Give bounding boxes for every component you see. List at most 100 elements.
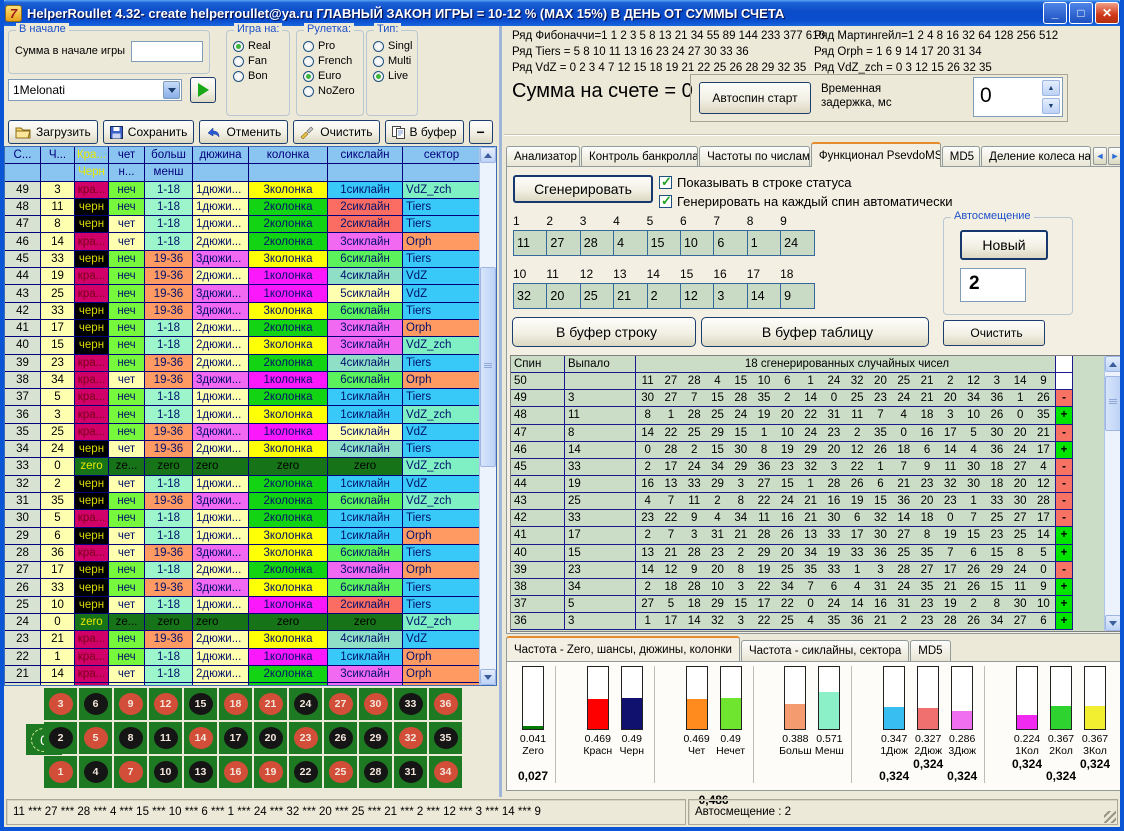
history-cell[interactable]: 48	[5, 199, 41, 216]
history-cell[interactable]: кра...	[75, 233, 109, 250]
history-cell[interactable]: 10	[41, 597, 75, 614]
history-cell[interactable]: черн	[75, 476, 109, 493]
history-header-cell[interactable]: чет	[109, 147, 145, 164]
history-cell[interactable]: 2дюжи...	[193, 268, 249, 285]
roulette-cell-12[interactable]: 12	[149, 688, 182, 720]
spin-cell-spin[interactable]: 45	[511, 459, 565, 476]
history-cell[interactable]: 3колонка	[249, 303, 328, 320]
spin-cell-spin[interactable]: 47	[511, 425, 565, 442]
history-cell[interactable]: VdZ	[403, 631, 481, 648]
history-cell[interactable]: неч	[109, 268, 145, 285]
radio-icon[interactable]	[233, 41, 244, 52]
history-cell[interactable]: неч	[109, 320, 145, 337]
scroll-up-icon[interactable]	[1105, 356, 1121, 372]
history-cell[interactable]: 2дюжи...	[193, 441, 249, 458]
toolbar-button-floppy[interactable]: Сохранить	[103, 120, 195, 144]
history-cell[interactable]: 1-18	[145, 389, 193, 406]
history-cell[interactable]: Tiers	[403, 199, 481, 216]
spin-cell-numbers[interactable]: 1412920819253533132827172629240	[636, 562, 1056, 579]
history-cell[interactable]: кра...	[75, 372, 109, 389]
roulette-cell-31[interactable]: 31	[394, 756, 427, 788]
history-cell[interactable]: 3дюжи...	[193, 285, 249, 302]
generated-value-cell[interactable]: 32	[514, 284, 547, 309]
history-cell[interactable]: черн	[75, 337, 109, 354]
history-cell[interactable]: 2дюжи...	[193, 631, 249, 648]
history-cell[interactable]: 1сиклайн	[328, 476, 403, 493]
show-in-status-checkbox-row[interactable]: Показывать в строке статуса	[659, 175, 852, 190]
history-cell[interactable]: кра...	[75, 683, 109, 686]
roulette-cell-3[interactable]: 3	[44, 688, 77, 720]
history-cell[interactable]: 6	[41, 528, 75, 545]
history-cell[interactable]: 14	[41, 666, 75, 683]
scroll-down-icon[interactable]	[1105, 615, 1121, 631]
history-header-cell[interactable]: сектор	[403, 147, 481, 164]
history-cell[interactable]: 2сиклайн	[328, 216, 403, 233]
history-cell[interactable]: Tiers	[403, 510, 481, 527]
roulette-cell-5[interactable]: 5	[79, 722, 112, 754]
history-cell[interactable]: 2дюжи...	[193, 320, 249, 337]
history-cell[interactable]: черн	[75, 441, 109, 458]
spin-cell-result[interactable]: 15	[565, 545, 636, 562]
history-cell[interactable]: Orph	[403, 233, 481, 250]
history-cell[interactable]: Orph	[403, 372, 481, 389]
history-cell[interactable]: 33	[41, 251, 75, 268]
generated-value-cell[interactable]: 11	[514, 231, 547, 256]
history-cell[interactable]: 21	[5, 666, 41, 683]
history-cell[interactable]: VdZ_zch	[403, 337, 481, 354]
radio-option-bon[interactable]: Bon	[233, 70, 289, 82]
history-cell[interactable]: 6сиклайн	[328, 251, 403, 268]
history-cell[interactable]: неч	[109, 285, 145, 302]
history-cell[interactable]: 36	[5, 406, 41, 423]
history-cell[interactable]: 3колонка	[249, 579, 328, 596]
spin-cell-spin[interactable]: 42	[511, 510, 565, 527]
history-cell[interactable]: 1-18	[145, 597, 193, 614]
history-cell[interactable]: черн	[75, 579, 109, 596]
history-header-cell[interactable]	[249, 164, 328, 181]
generated-value-cell[interactable]: 6	[714, 231, 747, 256]
history-cell[interactable]: 1сиклайн	[328, 510, 403, 527]
generated-value-cell[interactable]: 9	[781, 284, 814, 309]
roulette-cell-16[interactable]: 16	[219, 756, 252, 788]
history-cell[interactable]: 3колонка	[249, 182, 328, 199]
history-cell[interactable]: 2дюжи...	[193, 233, 249, 250]
radio-option-pro[interactable]: Pro	[303, 40, 363, 52]
history-cell[interactable]: 1-18	[145, 649, 193, 666]
scroll-down-icon[interactable]	[480, 669, 496, 685]
spin-cell-numbers[interactable]: 812825241920223111741831026035	[636, 407, 1056, 424]
history-cell[interactable]: VdZ	[403, 424, 481, 441]
history-cell[interactable]: VdZ	[403, 268, 481, 285]
history-cell[interactable]: неч	[109, 251, 145, 268]
history-cell[interactable]: 27	[5, 562, 41, 579]
roulette-cell-26[interactable]: 26	[324, 722, 357, 754]
history-cell[interactable]: 1дюжи...	[193, 199, 249, 216]
history-cell[interactable]: 3дюжи...	[193, 372, 249, 389]
minimize-button[interactable]: _	[1043, 2, 1067, 24]
history-cell[interactable]: 2дюжи...	[193, 337, 249, 354]
history-cell[interactable]: неч	[109, 510, 145, 527]
panel-splitter[interactable]	[499, 26, 502, 797]
history-cell[interactable]: 2колонка	[249, 476, 328, 493]
history-cell[interactable]: 6сиклайн	[328, 579, 403, 596]
history-cell[interactable]: zero	[193, 614, 249, 631]
generated-value-cell[interactable]: 25	[581, 284, 614, 309]
history-cell[interactable]: 1-18	[145, 683, 193, 686]
spin-cell-spin[interactable]: 48	[511, 407, 565, 424]
radio-icon[interactable]	[373, 41, 384, 52]
history-cell[interactable]: 4сиклайн	[328, 631, 403, 648]
history-cell[interactable]: Tiers	[403, 441, 481, 458]
history-cell[interactable]: 3сиклайн	[328, 337, 403, 354]
history-cell[interactable]: неч	[109, 579, 145, 596]
roulette-cell-8[interactable]: 8	[114, 722, 147, 754]
generated-value-cell[interactable]: 15	[648, 231, 681, 256]
history-cell[interactable]: 43	[5, 285, 41, 302]
history-cell[interactable]: 46	[5, 233, 41, 250]
history-cell[interactable]: неч	[109, 562, 145, 579]
history-cell[interactable]: 11	[41, 199, 75, 216]
history-cell[interactable]: черн	[75, 303, 109, 320]
spin-cell-result[interactable]: 3	[565, 390, 636, 407]
checkbox-checked-icon[interactable]	[659, 195, 672, 208]
history-cell[interactable]: 8	[41, 216, 75, 233]
history-cell[interactable]: 1сиклайн	[328, 389, 403, 406]
scrollbar-thumb[interactable]	[1105, 376, 1121, 431]
history-cell[interactable]: неч	[109, 303, 145, 320]
